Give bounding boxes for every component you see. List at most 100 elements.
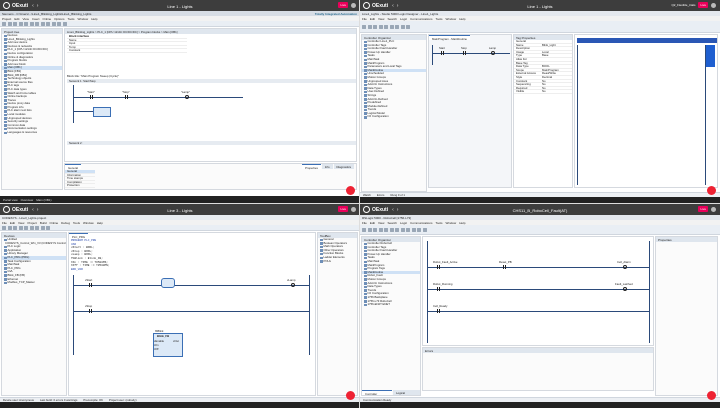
avatar[interactable] [711,206,716,212]
tab-controller-organizer[interactable]: Controller Organizer [362,390,393,395]
tab-diagnostics[interactable]: Diagnostics [333,164,354,169]
tab-plc-prg[interactable]: PLC_PRG [69,233,89,239]
run-icon[interactable] [40,225,45,230]
menu-window[interactable]: Window [78,17,89,21]
contact-start[interactable] [441,51,444,55]
redo-icon[interactable] [40,21,45,26]
declaration-section[interactable]: PROGRAM PLC_PRG VAR xStart : BOOL; xStop … [71,239,191,271]
menu-project[interactable]: Project [27,221,36,225]
menu-insert[interactable]: Insert [32,17,40,21]
menu-edit[interactable]: Edit [370,221,375,225]
save-icon[interactable] [373,24,377,29]
menu-logic[interactable]: Logic [400,221,407,225]
menu-view[interactable]: View [378,221,384,225]
coil-fault-latched[interactable] [623,287,627,291]
stop-icon[interactable] [46,225,50,230]
menu-tools[interactable]: Tools [68,17,75,21]
tab-logical-organizer[interactable]: Logical Organizer [393,390,420,395]
tag-list[interactable]: MainProgram - MainRoutine Start Stop Lam… [428,34,512,188]
save-icon[interactable] [13,225,17,230]
session-tile-studio5000[interactable]: OExuti ‹ › Line 1 - Lights Q2_Flexible_t… [360,0,720,204]
menu-help[interactable]: Help [459,221,465,225]
toolbox-item[interactable]: POUs [318,259,357,264]
undo-icon[interactable] [35,21,39,26]
download-icon[interactable] [400,227,405,232]
tree-item[interactable]: I/O Configuration [362,115,426,119]
main-ob1-button[interactable]: Main (OB1) [36,198,51,202]
new-icon[interactable] [362,227,366,232]
login-icon[interactable] [35,225,39,230]
menu-edit[interactable]: Edit [10,221,15,225]
contact-stop[interactable] [463,51,466,55]
redo-icon[interactable] [24,225,28,230]
contact-stop[interactable] [125,95,128,99]
contact-start[interactable] [90,95,93,99]
live-badge[interactable]: Live [338,2,348,8]
compile-icon[interactable] [46,21,50,26]
live-badge[interactable]: Live [338,206,348,212]
go-offline-icon[interactable] [62,21,67,26]
cut-icon[interactable] [378,24,383,29]
function-block-blink[interactable] [93,107,111,117]
new-project-icon[interactable] [2,21,6,26]
menu-file[interactable]: File [362,17,367,21]
record-button[interactable] [707,186,716,195]
tree-item[interactable]: Modbus_TCP_Master [2,281,66,285]
menu-file[interactable]: File [2,221,7,225]
paste-icon[interactable] [29,21,34,26]
network-2-header[interactable]: Network 2: [67,141,356,145]
record-button[interactable] [707,391,716,400]
open-icon[interactable] [367,24,372,29]
menu-help[interactable]: Help [459,17,465,21]
props-nav-item[interactable]: Protection [65,184,95,188]
coil-cell-alarm[interactable] [623,265,627,269]
copy-icon[interactable] [384,24,388,29]
portal-view-button[interactable]: Portal view [3,198,18,202]
coil-lamp[interactable] [185,95,189,99]
cut-icon[interactable] [18,21,23,26]
contact-robot-running[interactable] [437,287,440,291]
menu-search[interactable]: Search [387,17,397,21]
ladder-editor[interactable]: Line1_Blinking_Lights > PLC_1 [CPU 1214C… [64,28,357,162]
menu-tools[interactable]: Tools [436,221,443,225]
contact-stop[interactable] [89,309,92,313]
contact-reset[interactable] [503,265,506,269]
avatar[interactable] [351,2,356,8]
open-icon[interactable] [367,227,372,232]
tab-main-routine[interactable]: MainProgram - MainRoutine [429,35,470,41]
tab-properties[interactable]: Properties [302,164,321,170]
save-icon[interactable] [373,227,377,232]
contact-start[interactable] [89,283,92,287]
coil-lamp[interactable] [291,283,295,287]
tree-item[interactable]: Languages & resources [2,130,62,135]
menu-window[interactable]: Window [446,221,457,225]
menu-debug[interactable]: Debug [61,221,70,225]
tab-info[interactable]: Info [321,164,333,169]
live-badge[interactable]: Live [698,2,708,8]
menu-view[interactable]: View [18,221,24,225]
coil-lamp[interactable] [491,51,495,55]
new-icon[interactable] [2,225,6,230]
download-icon[interactable] [400,24,405,29]
xio-instruction-icon[interactable] [417,227,421,232]
menu-view[interactable]: View [23,17,29,21]
new-icon[interactable] [362,24,366,29]
instruction-palette[interactable] [705,45,715,67]
menu-search[interactable]: Search [387,221,397,225]
xic-instruction-icon[interactable] [411,227,416,232]
menu-window[interactable]: Window [446,17,457,21]
menu-tools[interactable]: Tools [73,221,80,225]
ote-instruction-icon[interactable] [422,227,427,232]
contact-cell-ready[interactable] [437,309,440,313]
menu-communications[interactable]: Communications [410,221,432,225]
menu-online[interactable]: Online [49,221,58,225]
selected-rung-highlight[interactable] [577,38,717,43]
menu-build[interactable]: Build [40,221,47,225]
overview-button[interactable]: Overview [21,198,34,202]
go-online-icon[interactable] [406,24,410,29]
ladder-editor[interactable]: Robot_Fault_Active Reset_PB Cell_Alarm R… [422,236,654,346]
timer-block[interactable] [161,278,175,288]
menu-view[interactable]: View [378,17,384,21]
session-tile-rslogix[interactable]: OExuti ‹ › CHS11_B_RoboCell_Fault(AT) Li… [360,204,720,408]
menu-help[interactable]: Help [97,221,103,225]
